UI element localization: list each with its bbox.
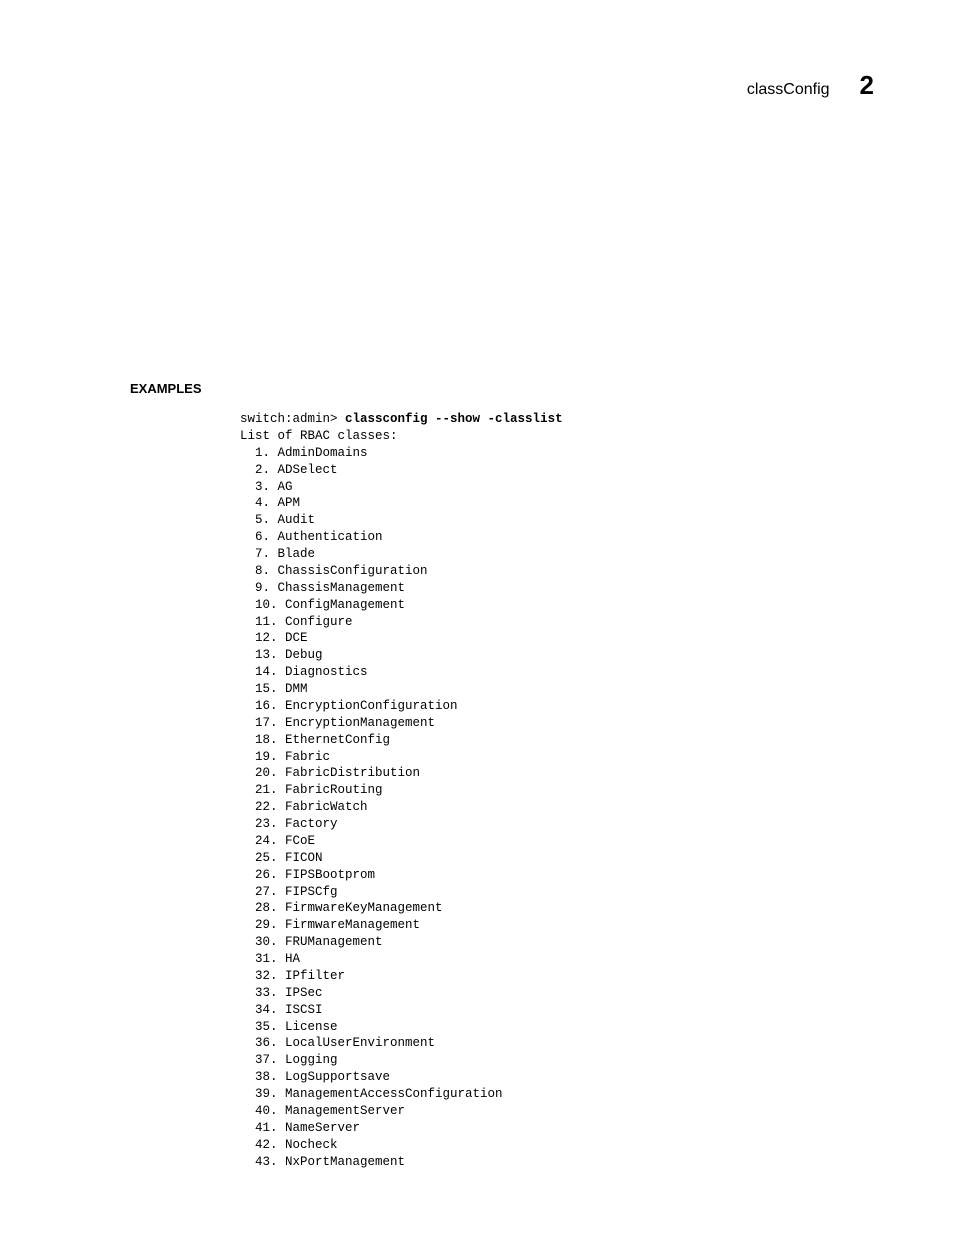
command-text: classconfig --show -classlist (345, 412, 563, 426)
chapter-number: 2 (860, 70, 874, 101)
prompt-text: switch:admin> (240, 412, 345, 426)
list-header: List of RBAC classes: (240, 429, 398, 443)
page-header: classConfig 2 (130, 70, 874, 101)
header-title: classConfig (747, 81, 830, 99)
examples-label: EXAMPLES (130, 381, 874, 396)
class-list: 1. AdminDomains 2. ADSelect 3. AG 4. APM… (240, 446, 503, 1169)
page-container: classConfig 2 EXAMPLES switch:admin> cla… (0, 0, 954, 1210)
terminal-output: switch:admin> classconfig --show -classl… (240, 411, 874, 1170)
